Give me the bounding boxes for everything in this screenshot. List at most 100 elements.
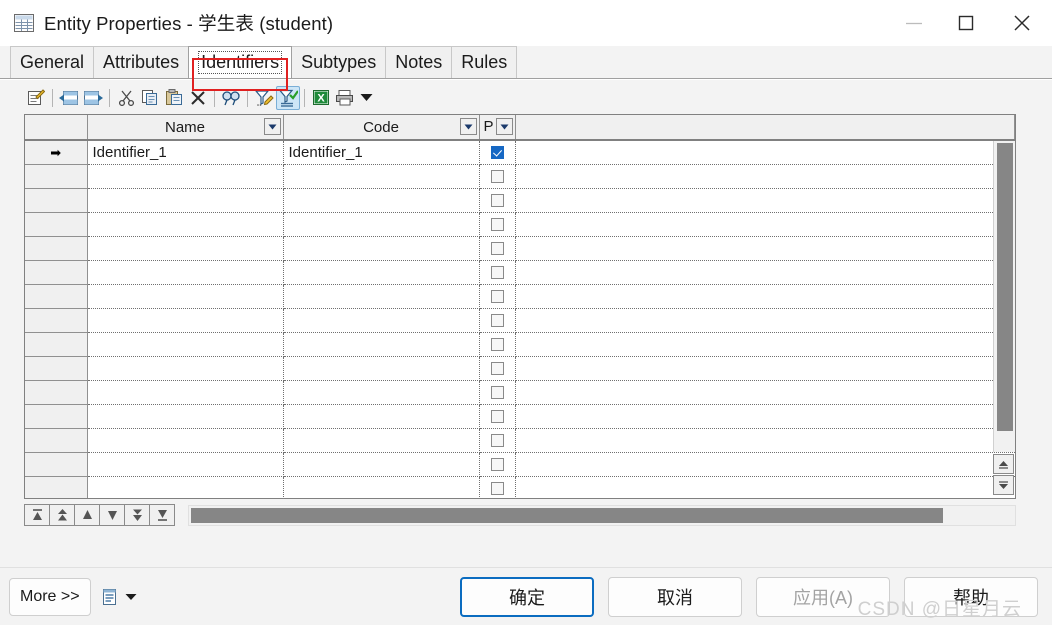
- edit-filter-button[interactable]: [252, 86, 276, 110]
- cell-primary-checkbox[interactable]: [479, 284, 516, 309]
- table-row[interactable]: [25, 476, 1015, 498]
- cell-primary-checkbox[interactable]: [479, 236, 516, 261]
- table-row[interactable]: [25, 356, 1015, 381]
- primary-checkbox[interactable]: [490, 314, 504, 328]
- cell-primary-checkbox[interactable]: [479, 428, 516, 453]
- excel-export-button[interactable]: X: [309, 86, 333, 110]
- cell-code[interactable]: [283, 308, 480, 333]
- row-header-cell[interactable]: [25, 308, 88, 333]
- cell-name[interactable]: [87, 404, 284, 429]
- properties-button[interactable]: [24, 86, 48, 110]
- report-control[interactable]: [101, 588, 137, 606]
- column-header-primary[interactable]: P: [479, 115, 516, 141]
- code-filter-caret-icon[interactable]: [459, 118, 477, 135]
- copy-button[interactable]: [138, 86, 162, 110]
- cell-code[interactable]: [283, 260, 480, 285]
- primary-checkbox[interactable]: [490, 290, 504, 304]
- cell-code[interactable]: [283, 380, 480, 405]
- primary-checkbox[interactable]: [490, 146, 504, 160]
- cell-name[interactable]: [87, 260, 284, 285]
- cell-name[interactable]: [87, 164, 284, 189]
- cell-name[interactable]: [87, 188, 284, 213]
- table-row[interactable]: [25, 212, 1015, 237]
- primary-filter-caret-icon[interactable]: [495, 118, 513, 135]
- primary-checkbox[interactable]: [490, 362, 504, 376]
- table-row[interactable]: [25, 236, 1015, 261]
- cell-primary-checkbox[interactable]: [479, 380, 516, 405]
- row-header-cell[interactable]: [25, 452, 88, 477]
- last-record-button[interactable]: [149, 504, 175, 526]
- help-button[interactable]: 帮助: [904, 576, 1038, 617]
- cell-code[interactable]: [283, 356, 480, 381]
- table-row[interactable]: ➡ Identifier_1 Identifier_1: [25, 140, 1015, 165]
- cell-primary-checkbox[interactable]: [479, 140, 516, 165]
- cell-code[interactable]: [283, 188, 480, 213]
- cell-primary-checkbox[interactable]: [479, 212, 516, 237]
- tab-attributes[interactable]: Attributes: [93, 46, 190, 78]
- table-row[interactable]: [25, 428, 1015, 453]
- scroll-up-button[interactable]: [993, 454, 1014, 474]
- cell-name[interactable]: [87, 308, 284, 333]
- row-header-cell[interactable]: [25, 284, 88, 309]
- cell-name[interactable]: Identifier_1: [87, 140, 284, 165]
- cell-primary-checkbox[interactable]: [479, 188, 516, 213]
- row-header-cell[interactable]: [25, 188, 88, 213]
- insert-row-button[interactable]: [57, 86, 81, 110]
- primary-checkbox[interactable]: [490, 218, 504, 232]
- tab-subtypes[interactable]: Subtypes: [291, 46, 387, 78]
- primary-checkbox[interactable]: [490, 242, 504, 256]
- cell-code[interactable]: Identifier_1: [283, 140, 480, 165]
- row-header-cell[interactable]: [25, 164, 88, 189]
- table-row[interactable]: [25, 308, 1015, 333]
- scroll-down-button[interactable]: [993, 475, 1014, 495]
- cell-code[interactable]: [283, 332, 480, 357]
- table-row[interactable]: [25, 332, 1015, 357]
- row-header-cell[interactable]: [25, 356, 88, 381]
- table-row[interactable]: [25, 404, 1015, 429]
- cell-code[interactable]: [283, 284, 480, 309]
- cell-primary-checkbox[interactable]: [479, 404, 516, 429]
- cell-code[interactable]: [283, 164, 480, 189]
- first-record-button[interactable]: [24, 504, 50, 526]
- next-record-button[interactable]: [99, 504, 125, 526]
- cell-code[interactable]: [283, 236, 480, 261]
- row-header-cell[interactable]: [25, 236, 88, 261]
- cell-name[interactable]: [87, 236, 284, 261]
- more-button[interactable]: More >>: [9, 577, 91, 616]
- cell-code[interactable]: [283, 212, 480, 237]
- cut-button[interactable]: [114, 86, 138, 110]
- maximize-button[interactable]: [940, 0, 992, 46]
- cell-code[interactable]: [283, 452, 480, 477]
- row-header-cell[interactable]: ➡: [25, 140, 88, 165]
- next-page-button[interactable]: [124, 504, 150, 526]
- cancel-button[interactable]: 取消: [608, 576, 742, 617]
- add-row-button[interactable]: [81, 86, 105, 110]
- close-button[interactable]: [992, 0, 1052, 46]
- column-header-name[interactable]: Name: [87, 115, 284, 141]
- primary-checkbox[interactable]: [490, 458, 504, 472]
- minimize-button[interactable]: [888, 0, 940, 46]
- table-row[interactable]: [25, 284, 1015, 309]
- cell-primary-checkbox[interactable]: [479, 260, 516, 285]
- tab-rules[interactable]: Rules: [451, 46, 518, 78]
- primary-checkbox[interactable]: [490, 266, 504, 280]
- tab-general[interactable]: General: [10, 46, 95, 78]
- cell-name[interactable]: [87, 428, 284, 453]
- cell-name[interactable]: [87, 452, 284, 477]
- primary-checkbox[interactable]: [490, 338, 504, 352]
- apply-filter-button[interactable]: [276, 85, 300, 110]
- cell-primary-checkbox[interactable]: [479, 452, 516, 477]
- row-header-cell[interactable]: [25, 428, 88, 453]
- table-row[interactable]: [25, 380, 1015, 405]
- identifiers-grid[interactable]: Name Code P ➡ Identifier_1 Identifier_1: [24, 114, 1016, 499]
- primary-checkbox[interactable]: [490, 170, 504, 184]
- delete-button[interactable]: [186, 86, 210, 110]
- cell-primary-checkbox[interactable]: [479, 164, 516, 189]
- tab-identifiers[interactable]: Identifiers: [188, 46, 293, 78]
- table-row[interactable]: [25, 260, 1015, 285]
- report-chevron-down-icon[interactable]: [125, 593, 137, 601]
- grid-vertical-scrollbar[interactable]: [993, 141, 1015, 452]
- primary-checkbox[interactable]: [490, 482, 504, 496]
- cell-name[interactable]: [87, 212, 284, 237]
- grid-horizontal-scrollbar-thumb[interactable]: [191, 507, 943, 523]
